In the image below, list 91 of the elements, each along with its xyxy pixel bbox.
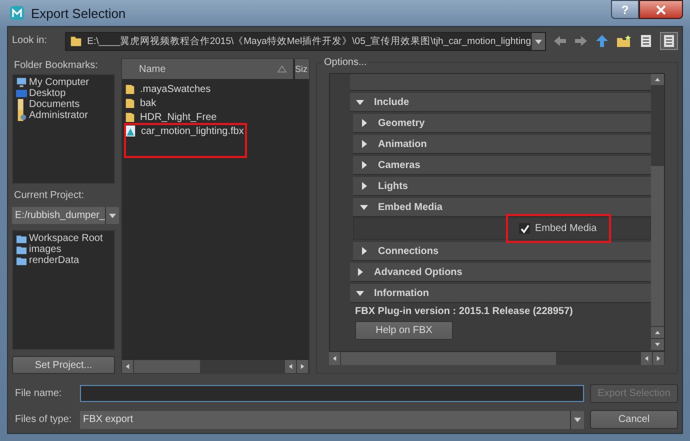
section-header[interactable]: Embed Media	[353, 198, 651, 217]
down-triangle-icon	[655, 342, 660, 347]
bookmark-item[interactable]: Administrator	[16, 110, 111, 121]
section-header[interactable]: Include	[350, 93, 651, 112]
scroll-arrow-button[interactable]	[329, 352, 340, 365]
right-triangle-icon	[300, 364, 305, 369]
right-triangle-icon	[356, 268, 364, 276]
up-triangle-icon	[655, 77, 660, 82]
folder-icon	[125, 82, 135, 96]
right-triangle-icon	[360, 182, 368, 190]
scroll-arrow-button[interactable]	[122, 360, 133, 373]
folder-icon	[125, 110, 135, 124]
section-header[interactable]: Geometry	[353, 114, 651, 133]
down-triangle-icon	[356, 289, 364, 297]
down-triangle-icon	[356, 98, 364, 106]
scroll-arrow-button[interactable]	[651, 74, 664, 85]
up-arrow-icon[interactable]	[595, 34, 609, 48]
section-header[interactable]: Animation	[353, 135, 651, 154]
bookmark-item[interactable]: My Computer	[16, 77, 111, 88]
folder-icon	[16, 256, 27, 266]
folder-icon	[125, 96, 135, 110]
section-header[interactable]: Lights	[353, 177, 651, 196]
sort-triangle-icon	[277, 65, 287, 73]
section-header[interactable]: Information	[350, 284, 651, 303]
user-folder-icon	[16, 110, 27, 121]
file-name-label: File name:	[14, 388, 63, 400]
file-type-label: Files of type:	[14, 414, 73, 426]
scroll-arrow-button[interactable]	[641, 352, 652, 365]
caret-icon	[574, 416, 581, 423]
desktop-icon	[16, 88, 27, 99]
right-triangle-icon	[360, 140, 368, 148]
folder-icon	[16, 234, 27, 244]
window-title: Export Selection	[31, 6, 126, 20]
project-folder-item[interactable]: renderData	[16, 255, 111, 266]
checkbox[interactable]: Embed Media	[519, 223, 597, 234]
cancel-button[interactable]: Cancel	[590, 410, 678, 429]
version-text: FBX Plug-in version : 2015.1 Release (228957)	[355, 306, 573, 317]
back-arrow-icon[interactable]	[553, 34, 567, 48]
bookmarks-label: Folder Bookmarks:	[14, 60, 99, 72]
folder-icon	[16, 244, 27, 254]
right-triangle-icon	[360, 247, 368, 255]
caret-icon	[535, 38, 542, 44]
right-triangle-icon	[360, 119, 368, 127]
scroll-arrow-button[interactable]	[651, 327, 664, 338]
close-button[interactable]	[639, 0, 683, 19]
up-triangle-icon	[655, 330, 660, 335]
file-type-dropdown[interactable]: FBX export	[80, 410, 584, 428]
new-folder-icon[interactable]	[616, 34, 632, 48]
project-folder-item[interactable]: Workspace Root	[16, 233, 111, 244]
scroll-arrow-button[interactable]	[285, 360, 296, 373]
project-folder-item[interactable]: images	[16, 244, 111, 255]
file-item[interactable]: .mayaSwatches	[125, 82, 306, 96]
check-icon	[520, 224, 530, 234]
help-button[interactable]: Help on FBX	[355, 321, 453, 340]
folder-icon	[70, 34, 82, 48]
horizontal-scrollbar[interactable]	[122, 360, 309, 373]
scroll-arrow-button[interactable]	[297, 360, 308, 373]
look-in-dropdown[interactable]: E:\____翼虎网视频教程合作2015\《Maya特效Mel插件开发》\05_宣传用效果图\tjh_car_motion_lighting	[65, 32, 546, 50]
forward-arrow-icon[interactable]	[574, 34, 588, 48]
bookmark-item[interactable]: Desktop	[16, 88, 111, 99]
file-item[interactable]: HDR_Night_Free	[125, 110, 306, 124]
scroll-arrow-button[interactable]	[651, 339, 664, 350]
list-view-icon[interactable]	[639, 34, 653, 48]
down-triangle-icon	[360, 203, 368, 211]
look-in-label: Look in:	[12, 35, 48, 47]
set-project-button[interactable]: Set Project...	[12, 356, 115, 374]
left-triangle-icon	[125, 364, 130, 369]
file-name-field[interactable]	[80, 385, 584, 402]
app-icon	[9, 5, 25, 21]
left-triangle-icon	[332, 356, 337, 361]
file-item[interactable]: bak	[125, 96, 306, 110]
column-header[interactable]: Siz	[295, 59, 309, 79]
section-header[interactable]: Advanced Options	[350, 263, 651, 282]
right-triangle-icon	[360, 161, 368, 169]
bookmark-item[interactable]: Documents	[16, 99, 111, 110]
options-title: Options...	[322, 57, 369, 68]
left-triangle-icon	[288, 364, 293, 369]
right-triangle-icon	[656, 356, 661, 361]
close-icon	[656, 4, 666, 14]
caret-icon	[109, 212, 116, 219]
section-header[interactable]: Cameras	[353, 156, 651, 175]
computer-icon	[16, 77, 27, 88]
left-triangle-icon	[644, 356, 649, 361]
horizontal-scrollbar[interactable]	[329, 352, 665, 365]
scroll-arrow-button[interactable]	[653, 352, 664, 365]
file-item[interactable]: car_motion_lighting.fbx	[125, 124, 306, 138]
name-column-header[interactable]: Name	[122, 59, 293, 79]
detail-view-icon[interactable]	[660, 32, 678, 50]
section-header[interactable]: Connections	[353, 242, 651, 261]
vertical-scrollbar[interactable]	[651, 74, 664, 351]
current-project-label: Current Project:	[14, 190, 86, 202]
